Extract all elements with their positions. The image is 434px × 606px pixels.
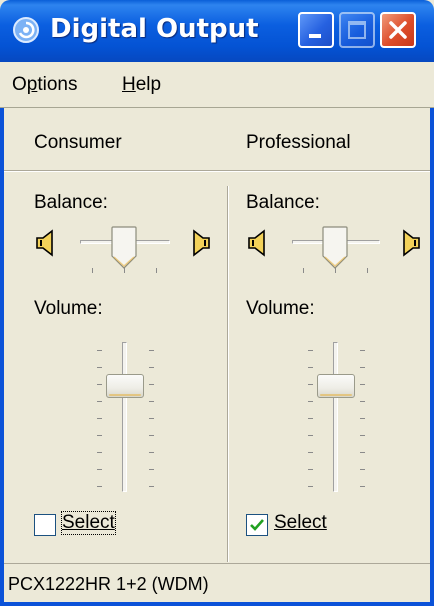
speaker-left-icon — [36, 229, 53, 257]
maximize-icon — [348, 21, 366, 39]
volume-tick — [149, 452, 154, 453]
volume-tick — [97, 350, 102, 351]
volume-tick — [360, 486, 365, 487]
volume-tick — [308, 452, 313, 453]
volume-tick — [360, 401, 365, 402]
volume-tick — [360, 350, 365, 351]
balance-tick — [92, 268, 93, 273]
speaker-swirl-icon — [13, 17, 39, 43]
status-bar: PCX1222HR 1+2 (WDM) — [4, 563, 430, 602]
volume-tick — [149, 384, 154, 385]
volume-tick — [360, 384, 365, 385]
volume-tick — [149, 469, 154, 470]
volume-slider-thumb-consumer[interactable] — [106, 373, 144, 398]
volume-tick — [97, 469, 102, 470]
volume-tick — [97, 384, 102, 385]
volume-tick — [97, 418, 102, 419]
balance-tick — [303, 268, 304, 273]
volume-slider-thumb-professional[interactable] — [317, 373, 355, 398]
select-label-text: Select — [62, 512, 115, 533]
volume-tick — [308, 384, 313, 385]
window-border-bottom — [0, 602, 434, 606]
volume-tick — [308, 486, 313, 487]
volume-label-consumer: Volume: — [34, 298, 103, 319]
title-bar[interactable]: Digital Output — [0, 0, 434, 62]
speaker-left-icon — [248, 229, 265, 257]
select-checkbox-professional[interactable] — [246, 514, 268, 536]
volume-tick — [360, 418, 365, 419]
menu-help[interactable]: Help — [122, 74, 161, 96]
volume-tick — [360, 452, 365, 453]
panel-title-consumer: Consumer — [34, 132, 122, 153]
volume-tick — [97, 486, 102, 487]
select-label-professional[interactable]: Select — [274, 512, 327, 534]
volume-slider-track-consumer[interactable] — [122, 342, 127, 492]
balance-tick — [156, 268, 157, 273]
volume-tick — [360, 367, 365, 368]
balance-slider-thumb-consumer[interactable] — [111, 226, 137, 270]
volume-tick — [360, 469, 365, 470]
volume-tick — [308, 350, 313, 351]
select-checkbox-consumer[interactable] — [34, 514, 56, 536]
balance-tick — [335, 268, 336, 273]
volume-tick — [149, 486, 154, 487]
balance-tick — [124, 268, 125, 273]
volume-tick — [308, 367, 313, 368]
window-border-right — [430, 62, 434, 606]
balance-tick — [367, 268, 368, 273]
panel-title-professional: Professional — [246, 132, 351, 153]
volume-tick — [308, 469, 313, 470]
checkmark-icon — [250, 519, 264, 531]
select-label-text: Select — [274, 512, 327, 533]
window-border-left — [0, 62, 4, 606]
volume-tick — [149, 435, 154, 436]
volume-label-professional: Volume: — [246, 298, 315, 319]
speaker-right-icon — [403, 229, 420, 257]
select-label-consumer[interactable]: Select — [61, 511, 116, 535]
close-button[interactable] — [380, 12, 416, 48]
balance-label-consumer: Balance: — [34, 192, 108, 213]
header-divider — [4, 170, 430, 172]
panel-divider — [227, 186, 229, 562]
menu-options[interactable]: Options — [12, 74, 78, 96]
close-icon — [389, 21, 407, 39]
menu-bar: Options Help — [0, 62, 434, 108]
maximize-button — [339, 12, 375, 48]
volume-tick — [308, 418, 313, 419]
balance-slider-thumb-professional[interactable] — [322, 226, 348, 270]
window-title: Digital Output — [50, 14, 259, 44]
minimize-button[interactable] — [298, 12, 334, 48]
volume-tick — [97, 452, 102, 453]
volume-tick — [149, 401, 154, 402]
volume-tick — [308, 401, 313, 402]
volume-tick — [149, 418, 154, 419]
status-device-name: PCX1222HR 1+2 (WDM) — [8, 574, 209, 594]
volume-tick — [308, 435, 313, 436]
speaker-right-icon — [193, 229, 210, 257]
volume-tick — [97, 435, 102, 436]
volume-tick — [149, 367, 154, 368]
volume-tick — [149, 350, 154, 351]
balance-label-professional: Balance: — [246, 192, 320, 213]
volume-slider-track-professional[interactable] — [333, 342, 338, 492]
volume-tick — [97, 401, 102, 402]
volume-tick — [97, 367, 102, 368]
minimize-icon — [309, 34, 321, 38]
volume-tick — [360, 435, 365, 436]
